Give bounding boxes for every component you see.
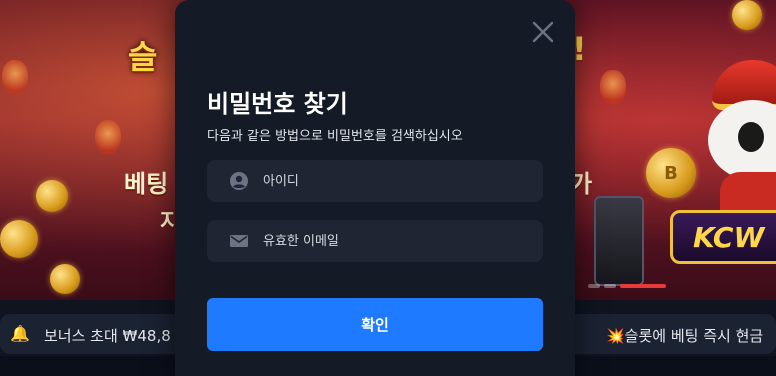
coin-decoration (732, 0, 762, 30)
panda-eye (738, 122, 764, 152)
confirm-button[interactable]: 확인 (207, 298, 543, 351)
coin-decoration (0, 220, 38, 258)
email-input[interactable] (263, 220, 533, 262)
carousel-dots[interactable] (588, 284, 668, 288)
coin-decoration (50, 264, 80, 294)
mail-icon (230, 235, 248, 247)
banner-left-subtitle: 베팅 (124, 170, 169, 198)
carousel-dot[interactable] (588, 284, 600, 288)
slot-machine-illustration (594, 196, 644, 286)
lantern-decoration (95, 120, 121, 154)
panda-body (720, 172, 776, 212)
user-circle-icon (230, 172, 248, 190)
lantern-decoration (2, 60, 28, 94)
lantern-decoration (600, 70, 626, 104)
username-field[interactable] (207, 160, 543, 202)
coin-decoration: B (646, 148, 696, 198)
coin-symbol: B (664, 162, 678, 184)
panda-head (708, 100, 776, 180)
ticker-text-right: 💥슬롯에 베팅 즉시 현금 (606, 327, 764, 345)
carousel-dot-active[interactable] (620, 284, 666, 288)
username-input[interactable] (263, 160, 533, 202)
carousel-dot[interactable] (604, 284, 616, 288)
modal-title: 비밀번호 찾기 (207, 90, 348, 118)
coin-decoration (36, 180, 68, 212)
email-field[interactable] (207, 220, 543, 262)
find-password-modal: 비밀번호 찾기 다음과 같은 방법으로 비밀번호를 검색하십시오 확인 (175, 0, 575, 376)
modal-description: 다음과 같은 방법으로 비밀번호를 검색하십시오 (207, 129, 463, 144)
brand-badge: KCW (670, 210, 776, 264)
ticker-text: 보너스 초대 ₩48,8 (44, 327, 171, 345)
panda-mascot (700, 60, 776, 212)
banner-left-title: 슬 (128, 38, 158, 76)
close-button[interactable] (529, 18, 557, 46)
bell-icon: 🔔 (10, 324, 30, 343)
close-icon (532, 21, 554, 43)
